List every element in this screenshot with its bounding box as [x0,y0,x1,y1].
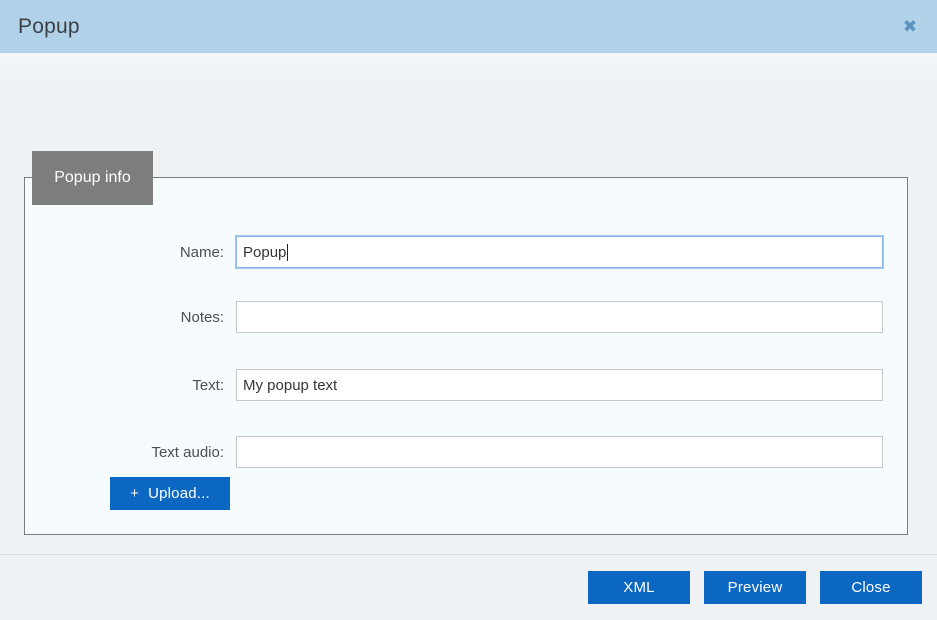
close-button[interactable]: Close [820,571,922,604]
close-icon[interactable]: ✖ [899,16,921,38]
text-label: Text: [192,376,224,394]
form-row-notes: Notes: [0,301,937,333]
tab-popup-info-label: Popup info [54,169,131,186]
text-audio-label: Text audio: [151,443,224,461]
xml-button[interactable]: XML [588,571,690,604]
name-field-value: Popup [243,243,287,261]
upload-button-label: Upload... [148,485,210,502]
dialog-body: Popup info Name: Popup Notes: Text: My p… [0,53,937,554]
form-row-name: Name: Popup [0,236,937,268]
page-title: Popup [18,15,80,38]
preview-button[interactable]: Preview [704,571,806,604]
text-caret [287,243,289,261]
dialog-footer: XML Preview Close [0,554,937,620]
upload-button[interactable]: + Upload... [110,477,230,510]
notes-label: Notes: [180,308,224,326]
text-field[interactable]: My popup text [236,369,883,401]
dialog-header: Popup ✖ [0,0,937,53]
form-row-text: Text: My popup text [0,369,937,401]
notes-field[interactable] [236,301,883,333]
popup-dialog: Popup ✖ Popup info Name: Popup Notes: Te… [0,0,937,620]
name-field[interactable]: Popup [236,236,883,268]
text-audio-field[interactable] [236,436,883,468]
form-row-text-audio: Text audio: [0,436,937,468]
plus-icon: + [130,485,140,502]
name-label: Name: [179,243,224,261]
text-field-value: My popup text [243,376,338,394]
tab-popup-info[interactable]: Popup info [32,151,153,205]
